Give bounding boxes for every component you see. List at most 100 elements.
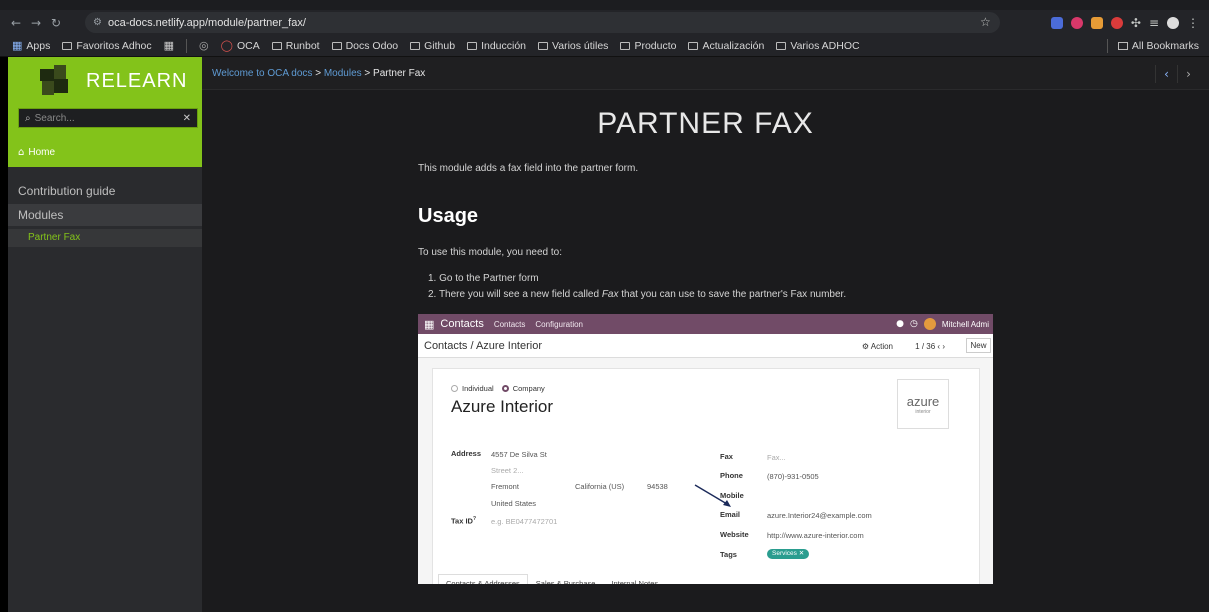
- folder-icon: [271, 41, 282, 50]
- logo-main: azure: [906, 393, 940, 409]
- email-value: azure.Interior24@example.com: [767, 511, 872, 520]
- breadcrumb-root-link[interactable]: Welcome to OCA docs: [212, 68, 312, 79]
- bookmark-item[interactable]: Inducción: [467, 40, 526, 52]
- browser-tab-strip: [0, 0, 1209, 10]
- extensions-row: ✣ ≡ ⋮: [1050, 10, 1199, 35]
- main-content: Welcome to OCA docs > Modules > Partner …: [202, 57, 1209, 612]
- country-value: United States: [491, 499, 537, 508]
- sidebar-item-contribution-guide[interactable]: Contribution guide: [8, 184, 202, 198]
- relearn-logo[interactable]: RELEARN: [36, 63, 187, 99]
- sidebar-item-partner-fax[interactable]: Partner Fax: [8, 229, 202, 247]
- radio-company: [501, 385, 509, 392]
- company-type-radio: Individual Company: [451, 384, 545, 393]
- home-link[interactable]: ⌂ Home: [18, 147, 55, 158]
- bookmark-item[interactable]: Github: [410, 40, 455, 52]
- bookmark-item[interactable]: Docs Odoo: [331, 40, 398, 52]
- list-item: 1. Go to the Partner form: [428, 273, 539, 284]
- grid-icon: ▦: [163, 39, 175, 52]
- breadcrumb-separator: >: [315, 68, 322, 79]
- email-label: Email: [720, 510, 741, 519]
- odoo-notebook-tabs: Contacts & Addresses Sales & Purchase In…: [438, 574, 666, 584]
- odoo-menu-item: Configuration: [535, 319, 583, 329]
- back-arrow-icon[interactable]: ←: [6, 16, 26, 30]
- contact-form-screenshot: ▦ Contacts Contacts Configuration ● ◷ Mi…: [418, 314, 993, 584]
- folder-icon: [776, 41, 787, 50]
- odoo-menu-item: Contacts: [493, 319, 526, 329]
- bookmark-item[interactable]: ◎: [199, 39, 209, 52]
- usage-steps: 1. Go to the Partner form 2. There you w…: [428, 271, 846, 303]
- logo-sub: interior: [915, 408, 931, 415]
- puzzle-icon[interactable]: ✣: [1131, 16, 1141, 30]
- bookmark-separator: [1106, 39, 1108, 53]
- prev-page-icon[interactable]: ‹: [1155, 65, 1177, 83]
- city-value: Fremont: [491, 482, 519, 491]
- usage-heading: Usage: [418, 205, 479, 227]
- company-name: Azure Interior: [451, 397, 554, 416]
- search-box: ⌕ ✕: [18, 108, 198, 128]
- reload-icon[interactable]: ↻: [46, 16, 66, 30]
- bookmark-apps[interactable]: ▦ Apps: [12, 39, 50, 52]
- gear-icon: ⚙: [861, 342, 869, 351]
- bookmark-item[interactable]: Producto: [620, 40, 676, 52]
- fax-placeholder: Fax...: [767, 453, 786, 462]
- radio-individual: [451, 385, 458, 392]
- clear-search-icon[interactable]: ✕: [183, 113, 191, 124]
- sidebar-item-modules[interactable]: Modules: [8, 204, 202, 226]
- extension-icon[interactable]: [1050, 16, 1063, 29]
- chat-icon: ●: [896, 319, 905, 329]
- bookmark-item[interactable]: Varios útiles: [538, 40, 608, 52]
- breadcrumb-current: Partner Fax: [373, 68, 426, 79]
- kebab-menu-icon[interactable]: ⋮: [1187, 16, 1199, 30]
- profile-avatar-icon[interactable]: [1167, 16, 1179, 29]
- github-icon: ◎: [199, 39, 209, 52]
- bookmark-item[interactable]: Favoritos Adhoc: [62, 40, 152, 52]
- odoo-app-name: Contacts: [440, 318, 484, 330]
- queue-icon[interactable]: ≡: [1149, 16, 1159, 30]
- puzzle-logo-icon: [36, 63, 78, 99]
- extension-icon[interactable]: [1110, 16, 1123, 29]
- bookmark-item[interactable]: Actualización: [688, 40, 764, 52]
- address-label: Address: [451, 449, 482, 458]
- state-value: California (US): [575, 482, 625, 491]
- company-logo: azure interior: [897, 379, 949, 429]
- tags-label: Tags: [720, 550, 737, 559]
- phone-value: (870)-931-0505: [767, 472, 819, 481]
- search-icon: ⌕: [25, 112, 31, 124]
- folder-icon: [620, 41, 631, 50]
- sidebar-header: RELEARN ⌕ ✕ ⌂ Home: [8, 57, 202, 167]
- odoo-control-panel: Contacts / Azure Interior ⚙ Action 1 / 3…: [418, 334, 993, 358]
- odoo-new-button: New: [966, 338, 991, 353]
- bookmark-grid[interactable]: ▦: [164, 39, 174, 52]
- tab-internal-notes: Internal Notes: [611, 579, 659, 584]
- odoo-navbar: ▦ Contacts Contacts Configuration ● ◷ Mi…: [418, 314, 993, 334]
- apps-grid-icon: ▦: [424, 317, 435, 331]
- intro-text: This module adds a fax field into the pa…: [418, 163, 639, 174]
- all-bookmarks[interactable]: All Bookmarks: [1106, 39, 1199, 53]
- odoo-breadcrumb: Contacts / Azure Interior: [424, 340, 542, 352]
- folder-icon: [1117, 42, 1128, 50]
- search-input[interactable]: [34, 112, 183, 124]
- browser-toolbar: ← → ↻ ⚙ oca-docs.netlify.app/module/part…: [0, 10, 1209, 35]
- odoo-pager: 1 / 36 ‹ ›: [915, 342, 945, 351]
- bookmark-item[interactable]: ◯ OCA: [221, 39, 260, 52]
- address-bar[interactable]: ⚙ oca-docs.netlify.app/module/partner_fa…: [85, 12, 1000, 33]
- website-label: Website: [720, 530, 749, 539]
- extension-icon[interactable]: [1070, 16, 1083, 29]
- topbar: Welcome to OCA docs > Modules > Partner …: [202, 57, 1209, 90]
- next-page-icon[interactable]: ›: [1177, 65, 1199, 83]
- logo-text: RELEARN: [86, 69, 188, 92]
- extension-icon[interactable]: [1090, 16, 1103, 29]
- bookmark-item[interactable]: Runbot: [271, 40, 320, 52]
- site-info-icon[interactable]: ⚙: [93, 17, 102, 28]
- mobile-label: Mobile: [720, 491, 744, 500]
- folder-icon: [410, 41, 421, 50]
- bookmark-star-icon[interactable]: ☆: [980, 15, 991, 29]
- chevron-left-icon: ‹: [937, 342, 941, 351]
- breadcrumb-modules-link[interactable]: Modules: [324, 68, 362, 79]
- forward-arrow-icon[interactable]: →: [26, 16, 46, 30]
- fax-label: Fax: [720, 452, 733, 461]
- bookmark-item[interactable]: Varios ADHOC: [776, 40, 860, 52]
- breadcrumb: Welcome to OCA docs > Modules > Partner …: [212, 68, 425, 79]
- odoo-form-sheet: Individual Company Azure Interior azure …: [432, 368, 980, 584]
- taxid-placeholder: e.g. BE0477472701: [491, 517, 558, 526]
